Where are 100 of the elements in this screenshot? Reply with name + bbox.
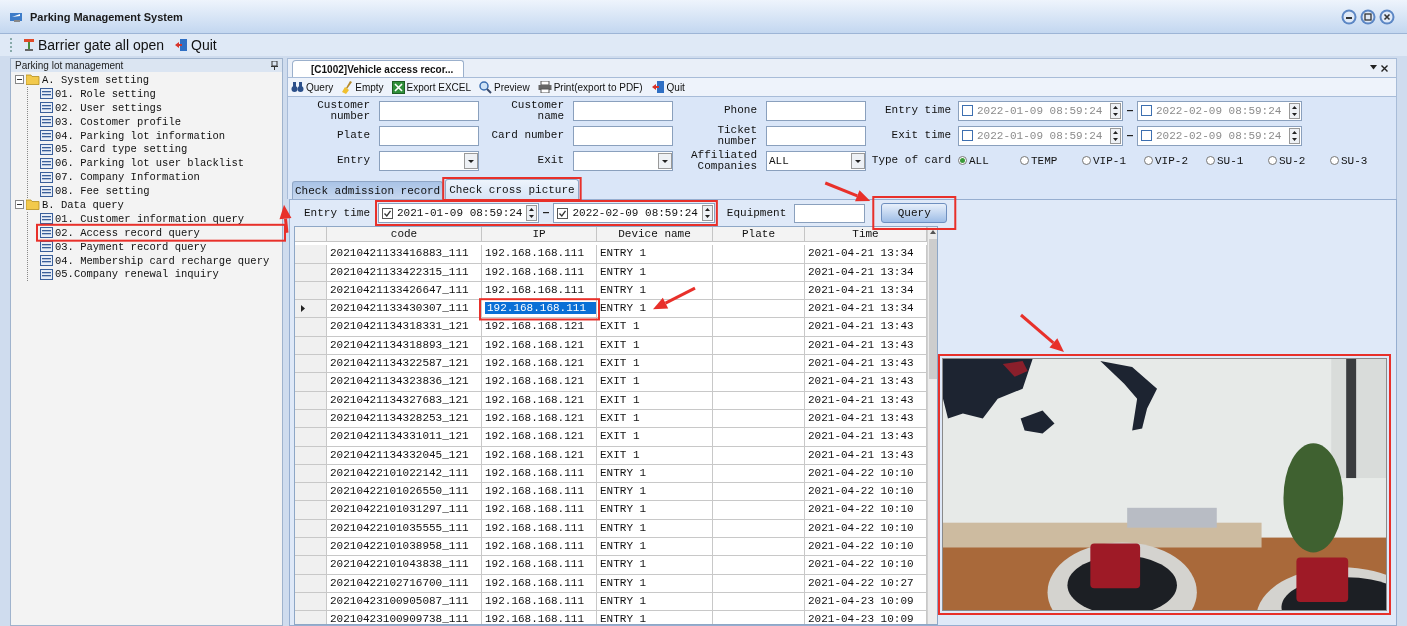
radio-button[interactable]: [1082, 156, 1091, 165]
tree-item[interactable]: 05. Card type setting: [55, 143, 188, 156]
document-tab[interactable]: [C1002]Vehicle access recor...: [292, 60, 465, 77]
minimize-icon[interactable]: [1341, 8, 1357, 25]
toolbar-button[interactable]: Print(export to PDF): [536, 81, 644, 93]
table-cell: 20210422102716700_111: [327, 574, 482, 593]
date-field[interactable]: 2022-01-09 08:59:24: [958, 125, 1123, 146]
checkbox[interactable]: [1141, 105, 1152, 116]
checkbox[interactable]: [557, 207, 569, 219]
text-field[interactable]: [794, 203, 866, 223]
dropdown-icon[interactable]: [1370, 64, 1377, 70]
dropdown-button[interactable]: [658, 152, 672, 169]
radio-option[interactable]: VIP-1: [1082, 154, 1144, 167]
collapse-icon[interactable]: [15, 75, 24, 85]
radio-option[interactable]: VIP-2: [1144, 154, 1206, 167]
date-field[interactable]: 2022-01-09 08:59:24: [958, 100, 1123, 121]
text-field[interactable]: [573, 100, 673, 121]
table-cell: 192.168.168.111: [482, 300, 597, 319]
tree-item[interactable]: 01. Customer information query: [55, 212, 245, 225]
tree-item[interactable]: 08. Fee setting: [55, 185, 150, 198]
date-field[interactable]: 2022-02-09 08:59:24: [1137, 100, 1302, 121]
column-header[interactable]: Plate: [713, 227, 805, 242]
table-cell: 192.168.168.121: [482, 373, 597, 392]
query-button[interactable]: Query: [881, 203, 948, 223]
tab[interactable]: Check cross picture: [445, 179, 579, 199]
radio-button[interactable]: [1144, 156, 1153, 165]
tab[interactable]: Check admission record: [292, 181, 444, 199]
table-cell: 20210423100905087_111: [327, 592, 482, 612]
tree-item[interactable]: 03. Costomer profile: [55, 115, 182, 128]
table-cell: 20210421134331011_121: [327, 428, 482, 447]
toolbar-button[interactable]: Query: [290, 81, 335, 93]
close-icon[interactable]: [1379, 8, 1395, 25]
radio-option[interactable]: SU-2: [1268, 154, 1330, 167]
dropdown-field[interactable]: [379, 150, 479, 171]
radio-button[interactable]: [1020, 156, 1029, 165]
radio-option[interactable]: TEMP: [1020, 154, 1082, 167]
column-header[interactable]: Device name: [597, 227, 713, 242]
table-cell: ENTRY 1: [597, 483, 713, 502]
column-header[interactable]: code: [327, 227, 482, 242]
toolbar-button[interactable]: Quit: [649, 80, 686, 94]
column-header[interactable]: IP: [482, 227, 597, 242]
column-header[interactable]: Time: [805, 227, 927, 242]
folder-icon: [26, 74, 40, 86]
dropdown-field[interactable]: ALL: [766, 150, 866, 171]
spinner-icon[interactable]: [1289, 102, 1300, 119]
checkbox[interactable]: [962, 130, 973, 141]
tree-item[interactable]: 03. Payment record query: [55, 240, 207, 253]
text-field[interactable]: [766, 100, 866, 121]
tree-item[interactable]: 06. Parking lot user blacklist: [55, 157, 245, 170]
tree-item[interactable]: 02. Access record query: [55, 226, 200, 239]
text-field[interactable]: [573, 125, 673, 146]
spinner-icon[interactable]: [701, 205, 713, 221]
radio-option[interactable]: ALL: [958, 154, 1020, 167]
scrollbar[interactable]: [927, 227, 937, 624]
text-field[interactable]: [379, 125, 479, 146]
tree-item[interactable]: 05.Company renewal inquiry: [55, 268, 219, 281]
text-field[interactable]: [766, 125, 866, 146]
tree-item[interactable]: 02. User settings: [55, 101, 163, 114]
text-field[interactable]: [379, 100, 479, 121]
spinner-icon[interactable]: [1289, 127, 1300, 144]
radio-button[interactable]: [1330, 156, 1339, 165]
toolbar-button[interactable]: Barrier gate all open: [21, 37, 167, 53]
date-field[interactable]: 2022-02-09 08:59:24: [1137, 125, 1302, 146]
radio-option[interactable]: SU-3: [1330, 154, 1392, 167]
tree-item[interactable]: 07. Company Information: [55, 171, 200, 184]
toolbar-button[interactable]: Empty: [340, 80, 385, 94]
table-cell: EXIT 1: [597, 373, 713, 392]
tree-item[interactable]: 01. Role setting: [55, 87, 156, 100]
spinner-icon[interactable]: [526, 205, 538, 221]
tree-item[interactable]: 04. Parking lot information: [55, 129, 226, 142]
radio-button[interactable]: [1206, 156, 1215, 165]
date-field[interactable]: 2022-02-09 08:59:24: [553, 203, 715, 223]
panel-title: Parking lot management: [15, 60, 124, 71]
tree-item[interactable]: 04. Membership card recharge query: [55, 254, 270, 267]
dropdown-field[interactable]: [573, 150, 673, 171]
toolbar-button[interactable]: Preview: [478, 80, 531, 94]
tree-item[interactable]: A. System setting: [42, 73, 150, 86]
date-field[interactable]: 2021-01-09 08:59:24: [378, 203, 540, 223]
radio-button[interactable]: [958, 156, 967, 165]
toolbar-button[interactable]: Export EXCEL: [390, 80, 473, 94]
pin-icon[interactable]: [271, 61, 278, 70]
radio-button[interactable]: [1268, 156, 1277, 165]
toolbar-button[interactable]: Quit: [172, 37, 219, 53]
checkbox[interactable]: [962, 105, 973, 116]
tree-item[interactable]: B. Data query: [42, 198, 124, 211]
collapse-icon[interactable]: [15, 200, 24, 210]
close-icon[interactable]: [1381, 64, 1388, 72]
spinner-icon[interactable]: [1110, 102, 1121, 119]
radio-option[interactable]: SU-1: [1206, 154, 1268, 167]
checkbox[interactable]: [1141, 130, 1152, 141]
table-cell: ENTRY 1: [597, 501, 713, 520]
dropdown-button[interactable]: [851, 152, 865, 169]
table-cell: 192.168.168.111: [482, 574, 597, 593]
row-header[interactable]: [295, 300, 327, 319]
checkbox[interactable]: [382, 207, 393, 219]
spinner-icon[interactable]: [1110, 127, 1121, 144]
check-icon: [383, 208, 392, 218]
dropdown-button[interactable]: [464, 152, 478, 169]
maximize-icon[interactable]: [1360, 8, 1376, 25]
dash-icon: [543, 211, 550, 215]
